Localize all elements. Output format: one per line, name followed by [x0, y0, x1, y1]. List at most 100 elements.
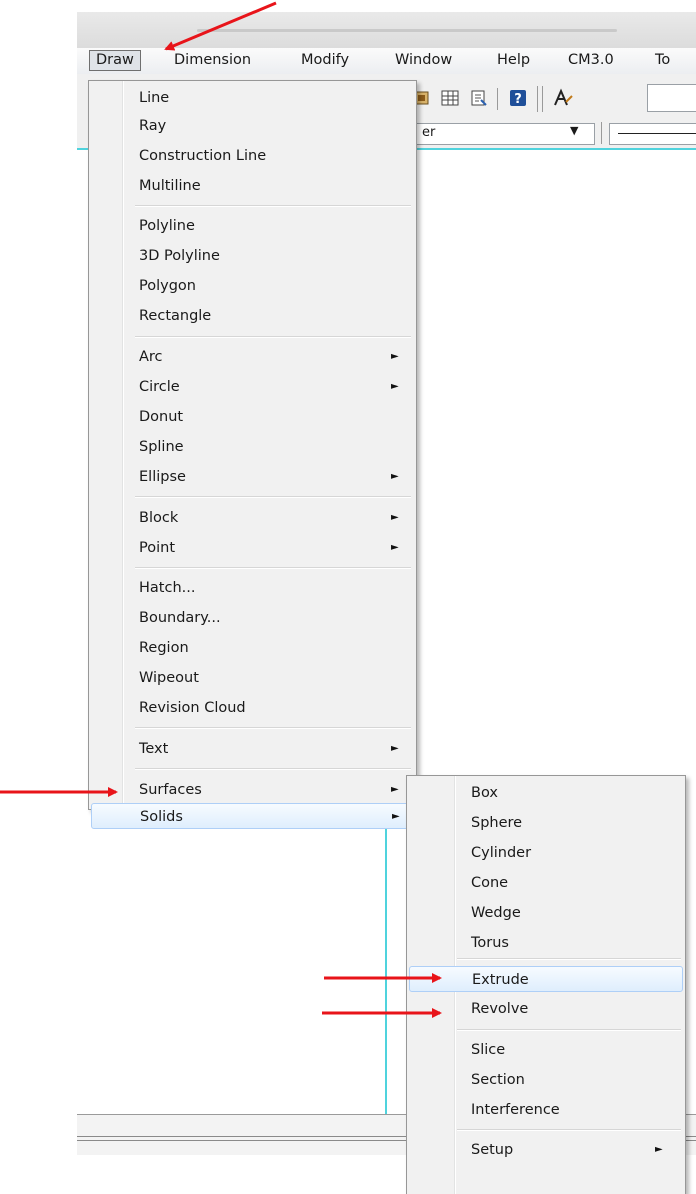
menu-item-construction-line[interactable]: Construction Line [91, 143, 414, 169]
menu-item-ellipse[interactable]: Ellipse ► [91, 464, 414, 490]
menu-item-label: Block [139, 510, 179, 526]
toolbar-separator [537, 86, 538, 112]
menu-draw[interactable]: Draw [89, 50, 141, 71]
menu-item-label: Torus [471, 935, 509, 951]
menu-item-label: Setup [471, 1142, 514, 1158]
menu-item-polygon[interactable]: Polygon [91, 273, 414, 299]
menu-item-label: Spline [139, 439, 184, 455]
linetype-preview [618, 133, 696, 134]
toolbar-separator [601, 122, 602, 144]
menu-modify[interactable]: Modify [301, 52, 349, 68]
menu-item-label: Rectangle [139, 308, 212, 324]
menu-item-label: Section [471, 1072, 525, 1088]
menu-item-wipeout[interactable]: Wipeout [91, 665, 414, 691]
menu-help[interactable]: Help [497, 52, 530, 68]
menu-item-torus[interactable]: Torus [409, 930, 683, 956]
menu-item-label: Solids [140, 809, 183, 825]
menu-item-hatch[interactable]: Hatch... [91, 575, 414, 601]
text-style-icon[interactable] [552, 88, 574, 110]
menu-separator [135, 768, 411, 770]
menu-item-cone[interactable]: Cone [409, 870, 683, 896]
draw-menu: Line Ray Construction Line Multiline Polylin… [88, 80, 417, 829]
menu-item-revolve[interactable]: Revolve [409, 996, 683, 1022]
menu-item-wedge[interactable]: Wedge [409, 900, 683, 926]
menu-item-polyline[interactable]: Polyline [91, 213, 414, 239]
menu-item-region[interactable]: Region [91, 635, 414, 661]
menu-item-label: Region [139, 640, 189, 656]
menu-dimension[interactable]: Dimension [174, 52, 251, 68]
menu-bar: Draw Dimension Modify Window Help CM3.0 … [77, 48, 696, 75]
menu-item-text[interactable]: Text ► [91, 736, 414, 762]
submenu-arrow-icon: ► [391, 471, 399, 482]
menu-item-line[interactable]: Line [91, 85, 414, 111]
menu-item-label: Wedge [471, 905, 521, 921]
solids-submenu: Box Sphere Cylinder Cone Wedge Torus Extrude Re… [406, 775, 686, 1194]
menu-separator [135, 727, 411, 729]
menu-separator [457, 1129, 681, 1131]
title-text-blurred [197, 29, 617, 32]
menu-separator [457, 1029, 681, 1031]
menu-item-label: Sphere [471, 815, 523, 831]
menu-item-label: 3D Polyline [139, 248, 220, 264]
menu-item-setup[interactable]: Setup ► [409, 1137, 683, 1163]
submenu-arrow-icon: ► [391, 512, 399, 523]
menu-item-label: Point [139, 540, 176, 556]
menu-item-label: Cone [471, 875, 509, 891]
menu-item-point[interactable]: Point ► [91, 535, 414, 561]
chevron-down-icon[interactable]: ▼ [570, 124, 578, 137]
menu-item-label: Wipeout [139, 670, 199, 686]
menu-item-section[interactable]: Section [409, 1067, 683, 1093]
toolbar-separator [542, 86, 543, 112]
layer-combo-value: er [422, 125, 436, 140]
menu-item-extrude[interactable]: Extrude [409, 966, 683, 992]
menu-item-label: Box [471, 785, 498, 801]
table-icon[interactable] [439, 88, 461, 110]
menu-item-circle[interactable]: Circle ► [91, 374, 414, 400]
menu-item-label: Arc [139, 349, 163, 365]
menu-separator [135, 205, 411, 207]
title-bar [77, 12, 696, 48]
menu-item-interference[interactable]: Interference [409, 1097, 683, 1123]
menu-item-label: Text [139, 741, 169, 757]
menu-item-label: Polyline [139, 218, 195, 234]
menu-item-cylinder[interactable]: Cylinder [409, 840, 683, 866]
menu-item-multiline[interactable]: Multiline [91, 173, 414, 199]
menu-item-label: Construction Line [139, 148, 267, 164]
submenu-arrow-icon: ► [655, 1144, 663, 1155]
toolbar-separator [497, 88, 498, 110]
menu-item-boundary[interactable]: Boundary... [91, 605, 414, 631]
menu-item-sphere[interactable]: Sphere [409, 810, 683, 836]
submenu-arrow-icon: ► [391, 542, 399, 553]
menu-item-label: Interference [471, 1102, 560, 1118]
submenu-arrow-icon: ► [392, 811, 400, 822]
menu-cm30[interactable]: CM3.0 [568, 52, 614, 68]
menu-item-box[interactable]: Box [409, 780, 683, 806]
help-icon[interactable]: ? [507, 88, 529, 110]
menu-item-label: Revolve [471, 1001, 529, 1017]
menu-window[interactable]: Window [395, 52, 452, 68]
menu-separator [457, 958, 681, 960]
menu-item-label: Extrude [472, 972, 529, 988]
menu-item-label: Cylinder [471, 845, 532, 861]
menu-item-revision-cloud[interactable]: Revision Cloud [91, 695, 414, 721]
submenu-arrow-icon: ► [391, 743, 399, 754]
menu-tools-truncated[interactable]: To [655, 52, 670, 68]
linetype-combo[interactable] [609, 123, 696, 145]
menu-item-3d-polyline[interactable]: 3D Polyline [91, 243, 414, 269]
menu-item-label: Ellipse [139, 469, 186, 485]
properties-icon[interactable] [468, 88, 490, 110]
menu-item-surfaces[interactable]: Surfaces ► [91, 777, 414, 803]
menu-item-rectangle[interactable]: Rectangle [91, 303, 414, 329]
menu-item-solids[interactable]: Solids ► [91, 803, 414, 829]
menu-item-block[interactable]: Block ► [91, 505, 414, 531]
menu-item-donut[interactable]: Donut [91, 404, 414, 430]
menu-item-ray[interactable]: Ray [91, 113, 414, 139]
menu-item-arc[interactable]: Arc ► [91, 344, 414, 370]
submenu-arrow-icon: ► [391, 784, 399, 795]
text-style-combo[interactable] [647, 84, 696, 112]
menu-item-spline[interactable]: Spline [91, 434, 414, 460]
menu-item-label: Circle [139, 379, 180, 395]
menu-item-label: Boundary... [139, 610, 221, 626]
layer-combo[interactable]: er ▼ [397, 123, 595, 145]
menu-item-slice[interactable]: Slice [409, 1037, 683, 1063]
